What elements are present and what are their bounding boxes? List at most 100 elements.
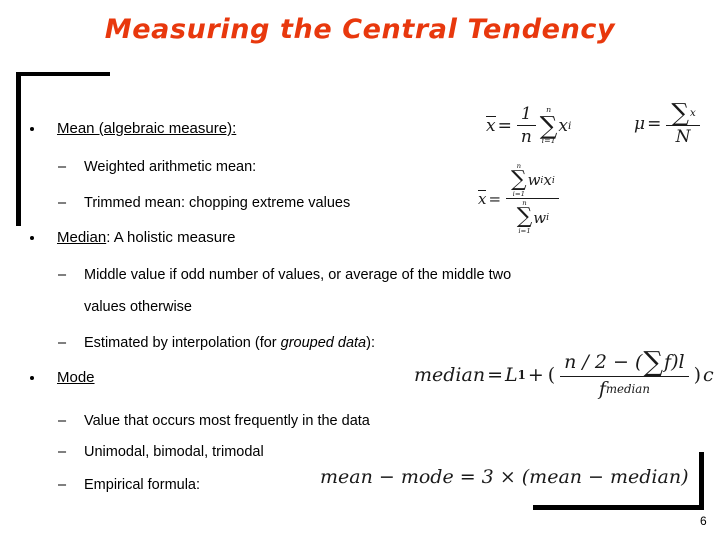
- summation-icon: n ∑ i=1: [517, 200, 533, 234]
- bullet-median-rest: : A holistic measure: [106, 229, 236, 246]
- bullet-median-keyword: Median: [57, 229, 107, 246]
- median-open-paren: (: [547, 363, 556, 386]
- sample-mean-term: x: [558, 115, 568, 136]
- weighted-mean-formula: x = n ∑ i=1 wixi n ∑ i=1 wi: [478, 163, 562, 235]
- sigma-glyph: ∑: [643, 346, 664, 378]
- page-title: Measuring the Central Tendency: [104, 14, 616, 45]
- bullet-mean-label: Mean (algebraic measure):: [57, 120, 237, 137]
- population-mean-fraction: ∑ x N: [666, 98, 700, 148]
- sigma-glyph: ∑: [516, 204, 533, 230]
- bullet-median: Median: A holistic measure: [30, 229, 236, 247]
- median-lhs: median: [414, 363, 486, 386]
- dash-marker-icon: –: [58, 159, 67, 175]
- sample-mean-term-subscript: i: [567, 119, 572, 132]
- median-num-prefix: n / 2 − (: [564, 351, 643, 374]
- bullet-middle-value-label: Middle value if odd number of values, or…: [84, 267, 512, 283]
- population-mean-lhs: μ: [634, 114, 646, 135]
- median-plus: +: [527, 363, 544, 386]
- bullet-modality: – Unimodal, bimodal, trimodal: [58, 443, 264, 463]
- sample-mean-numerator: 1: [516, 104, 536, 126]
- bullet-mode: Mode: [30, 369, 95, 387]
- sigma-glyph: ∑: [511, 166, 527, 192]
- weighted-mean-lhs: x: [478, 190, 487, 209]
- weighted-mean-num-w: w: [527, 171, 541, 190]
- weighted-mean-num-x-subscript: i: [551, 174, 555, 186]
- median-den-f: f: [598, 378, 606, 401]
- bullet-empirical-formula-label: Empirical formula:: [84, 477, 201, 493]
- median-denominator: f median: [595, 377, 654, 400]
- bullet-modality-label: Unimodal, bimodal, trimodal: [84, 444, 264, 460]
- bullet-mode-label: Mode: [57, 369, 95, 386]
- dash-marker-icon: –: [58, 267, 67, 283]
- bullet-weighted-arithmetic-mean: – Weighted arithmetic mean:: [58, 158, 256, 178]
- decorative-bracket-bottom-right-horizontal: [533, 505, 704, 510]
- median-num-suffix: )l: [671, 351, 685, 374]
- sample-mean-sigma-lower: i=1: [541, 136, 556, 146]
- bullet-trimmed-mean: – Trimmed mean: chopping extreme values: [58, 194, 350, 214]
- summation-icon: n ∑ i=1: [511, 163, 527, 197]
- median-tail: c: [703, 363, 714, 386]
- decorative-bracket-bottom-right-vertical: [699, 452, 704, 510]
- bullet-middle-value-label-line2: values otherwise: [84, 299, 192, 315]
- weighted-mean-num-sigma-lower: i=1: [512, 189, 525, 198]
- median-l-term: L: [505, 363, 518, 386]
- bullet-most-frequent: – Value that occurs most frequently in t…: [58, 412, 370, 432]
- median-den-subscript: median: [605, 382, 650, 397]
- weighted-mean-den-sigma-lower: i=1: [518, 227, 531, 236]
- bullet-interpolation-emphasis: grouped data: [280, 335, 367, 351]
- weighted-mean-den-w: w: [533, 208, 547, 227]
- median-fraction: n / 2 − (∑ f)l f median: [560, 346, 689, 400]
- weighted-mean-num-x: x: [543, 171, 552, 190]
- sigma-glyph: ∑: [671, 98, 689, 127]
- weighted-mean-equals: =: [488, 189, 502, 208]
- bullet-middle-value-continuation: values otherwise: [84, 298, 192, 318]
- slide-number: 6: [700, 514, 707, 528]
- population-mean-numerator: ∑ x: [666, 98, 700, 127]
- population-mean-denominator: N: [675, 127, 691, 148]
- sigma-glyph: ∑: [539, 110, 558, 140]
- bullet-middle-value: – Middle value if odd number of values, …: [58, 266, 511, 286]
- decorative-bracket-top-left-horizontal: [16, 72, 110, 76]
- bullet-trimmed-mean-label: Trimmed mean: chopping extreme values: [84, 195, 351, 211]
- population-mean-numerator-term: x: [689, 106, 696, 119]
- sample-mean-formula: x = 1 n n ∑ i=1 xi: [486, 104, 571, 147]
- bullet-dot-icon: [30, 376, 34, 380]
- dash-marker-icon: –: [58, 413, 67, 429]
- dash-marker-icon: –: [58, 444, 67, 460]
- dash-marker-icon: –: [58, 335, 67, 351]
- bullet-dot-icon: [30, 236, 34, 240]
- bullet-interpolation: – Estimated by interpolation (for groupe…: [58, 334, 375, 354]
- bullet-interpolation-prefix: Estimated by interpolation (for: [84, 335, 281, 351]
- median-numerator: n / 2 − (∑ f)l: [560, 346, 689, 378]
- bullet-dot-icon: [30, 127, 34, 131]
- median-interpolation-formula: median = L1 + ( n / 2 − (∑ f)l f median ) …: [414, 346, 714, 400]
- dash-marker-icon: –: [58, 195, 67, 211]
- summation-icon: n ∑ i=1: [540, 106, 558, 145]
- population-mean-formula: μ = ∑ x N: [634, 98, 703, 148]
- bullet-mean: Mean (algebraic measure):: [30, 120, 237, 138]
- bullet-weighted-arithmetic-mean-label: Weighted arithmetic mean:: [84, 159, 257, 175]
- bullet-interpolation-suffix: ):: [366, 335, 375, 351]
- slide-canvas: Measuring the Central Tendency Mean (alg…: [0, 0, 720, 540]
- weighted-mean-fraction: n ∑ i=1 wixi n ∑ i=1 wi: [506, 163, 559, 235]
- bullet-interpolation-label: Estimated by interpolation (for grouped …: [84, 334, 375, 354]
- bullet-most-frequent-label: Value that occurs most frequently in the…: [84, 413, 370, 429]
- median-l-subscript: 1: [517, 367, 526, 382]
- bullet-median-label: Median: A holistic measure: [57, 229, 236, 247]
- median-equals: =: [487, 363, 503, 386]
- sample-mean-lhs: x: [486, 116, 496, 136]
- weighted-mean-numerator: n ∑ i=1 wixi: [506, 163, 559, 200]
- weighted-mean-den-w-subscript: i: [546, 212, 550, 224]
- summation-icon: ∑: [671, 98, 689, 127]
- bullet-empirical-formula: – Empirical formula:: [58, 476, 200, 496]
- decorative-bracket-top-left-vertical: [16, 72, 21, 226]
- empirical-formula: mean − mode = 3 × (mean − median): [320, 466, 689, 488]
- median-close-paren: ): [693, 363, 702, 386]
- summation-icon: ∑: [643, 346, 664, 378]
- sample-mean-denominator: n: [520, 127, 532, 147]
- sample-mean-fraction: 1 n: [516, 104, 536, 147]
- dash-marker-icon: –: [58, 477, 67, 493]
- sample-mean-equals: =: [497, 115, 512, 136]
- population-mean-equals: =: [647, 114, 662, 135]
- weighted-mean-denominator: n ∑ i=1 wi: [512, 199, 553, 234]
